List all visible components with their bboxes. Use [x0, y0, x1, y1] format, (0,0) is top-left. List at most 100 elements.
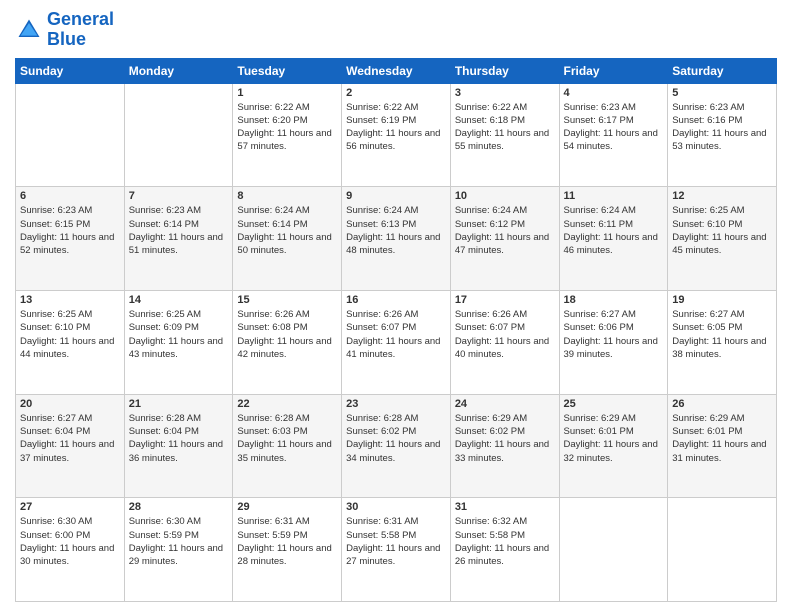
calendar-cell: 1 Sunrise: 6:22 AM Sunset: 6:20 PM Daylig…: [233, 83, 342, 187]
calendar-cell: 4 Sunrise: 6:23 AM Sunset: 6:17 PM Daylig…: [559, 83, 668, 187]
day-info: Sunrise: 6:30 AM Sunset: 6:00 PM Dayligh…: [20, 515, 120, 568]
day-number: 17: [455, 294, 555, 306]
day-number: 25: [564, 398, 664, 410]
calendar-week-3: 20 Sunrise: 6:27 AM Sunset: 6:04 PM Dayli…: [16, 394, 777, 498]
day-number: 26: [672, 398, 772, 410]
day-info: Sunrise: 6:28 AM Sunset: 6:03 PM Dayligh…: [237, 412, 337, 465]
day-info: Sunrise: 6:28 AM Sunset: 6:02 PM Dayligh…: [346, 412, 446, 465]
day-number: 16: [346, 294, 446, 306]
calendar-cell: 8 Sunrise: 6:24 AM Sunset: 6:14 PM Daylig…: [233, 187, 342, 291]
day-number: 14: [129, 294, 229, 306]
calendar-cell: 17 Sunrise: 6:26 AM Sunset: 6:07 PM Dayli…: [450, 290, 559, 394]
calendar-cell: 31 Sunrise: 6:32 AM Sunset: 5:58 PM Dayli…: [450, 498, 559, 602]
header: General Blue: [15, 10, 777, 50]
calendar-cell: 5Sunrise: 6:23 AM Sunset: 6:16 PM Daylig…: [668, 83, 777, 187]
calendar-cell: 26 Sunrise: 6:29 AM Sunset: 6:01 PM Dayli…: [668, 394, 777, 498]
day-number: 2: [346, 87, 446, 99]
calendar-cell: 11Sunrise: 6:24 AM Sunset: 6:11 PM Dayli…: [559, 187, 668, 291]
calendar-cell: 30 Sunrise: 6:31 AM Sunset: 5:58 PM Dayli…: [342, 498, 451, 602]
calendar-cell: 29Sunrise: 6:31 AM Sunset: 5:59 PM Dayli…: [233, 498, 342, 602]
day-number: 4: [564, 87, 664, 99]
calendar-cell: 7 Sunrise: 6:23 AM Sunset: 6:14 PM Daylig…: [124, 187, 233, 291]
calendar: SundayMondayTuesdayWednesdayThursdayFrid…: [15, 58, 777, 602]
day-info: Sunrise: 6:23 AM Sunset: 6:16 PM Dayligh…: [672, 101, 772, 154]
calendar-cell: 18 Sunrise: 6:27 AM Sunset: 6:06 PM Dayli…: [559, 290, 668, 394]
calendar-header-monday: Monday: [124, 58, 233, 83]
calendar-header-row: SundayMondayTuesdayWednesdayThursdayFrid…: [16, 58, 777, 83]
calendar-cell: [668, 498, 777, 602]
day-number: 24: [455, 398, 555, 410]
day-number: 1: [237, 87, 337, 99]
day-info: Sunrise: 6:24 AM Sunset: 6:13 PM Dayligh…: [346, 204, 446, 257]
calendar-header-friday: Friday: [559, 58, 668, 83]
day-info: Sunrise: 6:25 AM Sunset: 6:10 PM Dayligh…: [20, 308, 120, 361]
day-info: Sunrise: 6:26 AM Sunset: 6:07 PM Dayligh…: [455, 308, 555, 361]
calendar-cell: 2 Sunrise: 6:22 AM Sunset: 6:19 PM Daylig…: [342, 83, 451, 187]
calendar-cell: 27 Sunrise: 6:30 AM Sunset: 6:00 PM Dayli…: [16, 498, 125, 602]
logo-icon: [15, 16, 43, 44]
calendar-cell: 10Sunrise: 6:24 AM Sunset: 6:12 PM Dayli…: [450, 187, 559, 291]
day-info: Sunrise: 6:29 AM Sunset: 6:01 PM Dayligh…: [564, 412, 664, 465]
calendar-cell: [559, 498, 668, 602]
calendar-cell: 19Sunrise: 6:27 AM Sunset: 6:05 PM Dayli…: [668, 290, 777, 394]
day-info: Sunrise: 6:27 AM Sunset: 6:06 PM Dayligh…: [564, 308, 664, 361]
day-info: Sunrise: 6:24 AM Sunset: 6:14 PM Dayligh…: [237, 204, 337, 257]
calendar-week-4: 27 Sunrise: 6:30 AM Sunset: 6:00 PM Dayli…: [16, 498, 777, 602]
day-info: Sunrise: 6:22 AM Sunset: 6:19 PM Dayligh…: [346, 101, 446, 154]
day-number: 11: [564, 190, 664, 202]
day-number: 30: [346, 501, 446, 513]
day-number: 28: [129, 501, 229, 513]
day-info: Sunrise: 6:25 AM Sunset: 6:10 PM Dayligh…: [672, 204, 772, 257]
calendar-cell: 9Sunrise: 6:24 AM Sunset: 6:13 PM Daylig…: [342, 187, 451, 291]
calendar-cell: 13 Sunrise: 6:25 AM Sunset: 6:10 PM Dayli…: [16, 290, 125, 394]
day-number: 7: [129, 190, 229, 202]
calendar-cell: 23 Sunrise: 6:28 AM Sunset: 6:02 PM Dayli…: [342, 394, 451, 498]
day-number: 13: [20, 294, 120, 306]
calendar-cell: 14 Sunrise: 6:25 AM Sunset: 6:09 PM Dayli…: [124, 290, 233, 394]
day-info: Sunrise: 6:23 AM Sunset: 6:14 PM Dayligh…: [129, 204, 229, 257]
calendar-cell: [16, 83, 125, 187]
calendar-cell: 20 Sunrise: 6:27 AM Sunset: 6:04 PM Dayli…: [16, 394, 125, 498]
day-info: Sunrise: 6:29 AM Sunset: 6:01 PM Dayligh…: [672, 412, 772, 465]
day-info: Sunrise: 6:32 AM Sunset: 5:58 PM Dayligh…: [455, 515, 555, 568]
calendar-cell: 24 Sunrise: 6:29 AM Sunset: 6:02 PM Dayli…: [450, 394, 559, 498]
day-number: 18: [564, 294, 664, 306]
day-info: Sunrise: 6:29 AM Sunset: 6:02 PM Dayligh…: [455, 412, 555, 465]
day-number: 8: [237, 190, 337, 202]
day-info: Sunrise: 6:30 AM Sunset: 5:59 PM Dayligh…: [129, 515, 229, 568]
calendar-cell: [124, 83, 233, 187]
day-info: Sunrise: 6:27 AM Sunset: 6:04 PM Dayligh…: [20, 412, 120, 465]
calendar-cell: 12Sunrise: 6:25 AM Sunset: 6:10 PM Dayli…: [668, 187, 777, 291]
day-number: 15: [237, 294, 337, 306]
day-info: Sunrise: 6:22 AM Sunset: 6:18 PM Dayligh…: [455, 101, 555, 154]
day-number: 19: [672, 294, 772, 306]
day-info: Sunrise: 6:26 AM Sunset: 6:08 PM Dayligh…: [237, 308, 337, 361]
day-info: Sunrise: 6:25 AM Sunset: 6:09 PM Dayligh…: [129, 308, 229, 361]
day-number: 21: [129, 398, 229, 410]
day-number: 20: [20, 398, 120, 410]
calendar-cell: 16 Sunrise: 6:26 AM Sunset: 6:07 PM Dayli…: [342, 290, 451, 394]
calendar-header-saturday: Saturday: [668, 58, 777, 83]
calendar-cell: 15 Sunrise: 6:26 AM Sunset: 6:08 PM Dayli…: [233, 290, 342, 394]
calendar-week-1: 6Sunrise: 6:23 AM Sunset: 6:15 PM Daylig…: [16, 187, 777, 291]
calendar-header-thursday: Thursday: [450, 58, 559, 83]
calendar-cell: 21 Sunrise: 6:28 AM Sunset: 6:04 PM Dayli…: [124, 394, 233, 498]
calendar-week-0: 1 Sunrise: 6:22 AM Sunset: 6:20 PM Daylig…: [16, 83, 777, 187]
day-number: 31: [455, 501, 555, 513]
day-number: 27: [20, 501, 120, 513]
day-info: Sunrise: 6:31 AM Sunset: 5:58 PM Dayligh…: [346, 515, 446, 568]
day-number: 22: [237, 398, 337, 410]
day-number: 29: [237, 501, 337, 513]
calendar-header-tuesday: Tuesday: [233, 58, 342, 83]
day-number: 23: [346, 398, 446, 410]
day-info: Sunrise: 6:26 AM Sunset: 6:07 PM Dayligh…: [346, 308, 446, 361]
calendar-header-wednesday: Wednesday: [342, 58, 451, 83]
day-info: Sunrise: 6:28 AM Sunset: 6:04 PM Dayligh…: [129, 412, 229, 465]
day-info: Sunrise: 6:23 AM Sunset: 6:15 PM Dayligh…: [20, 204, 120, 257]
calendar-cell: 25 Sunrise: 6:29 AM Sunset: 6:01 PM Dayli…: [559, 394, 668, 498]
day-info: Sunrise: 6:24 AM Sunset: 6:12 PM Dayligh…: [455, 204, 555, 257]
calendar-cell: 22 Sunrise: 6:28 AM Sunset: 6:03 PM Dayli…: [233, 394, 342, 498]
calendar-cell: 3Sunrise: 6:22 AM Sunset: 6:18 PM Daylig…: [450, 83, 559, 187]
day-info: Sunrise: 6:22 AM Sunset: 6:20 PM Dayligh…: [237, 101, 337, 154]
day-info: Sunrise: 6:23 AM Sunset: 6:17 PM Dayligh…: [564, 101, 664, 154]
